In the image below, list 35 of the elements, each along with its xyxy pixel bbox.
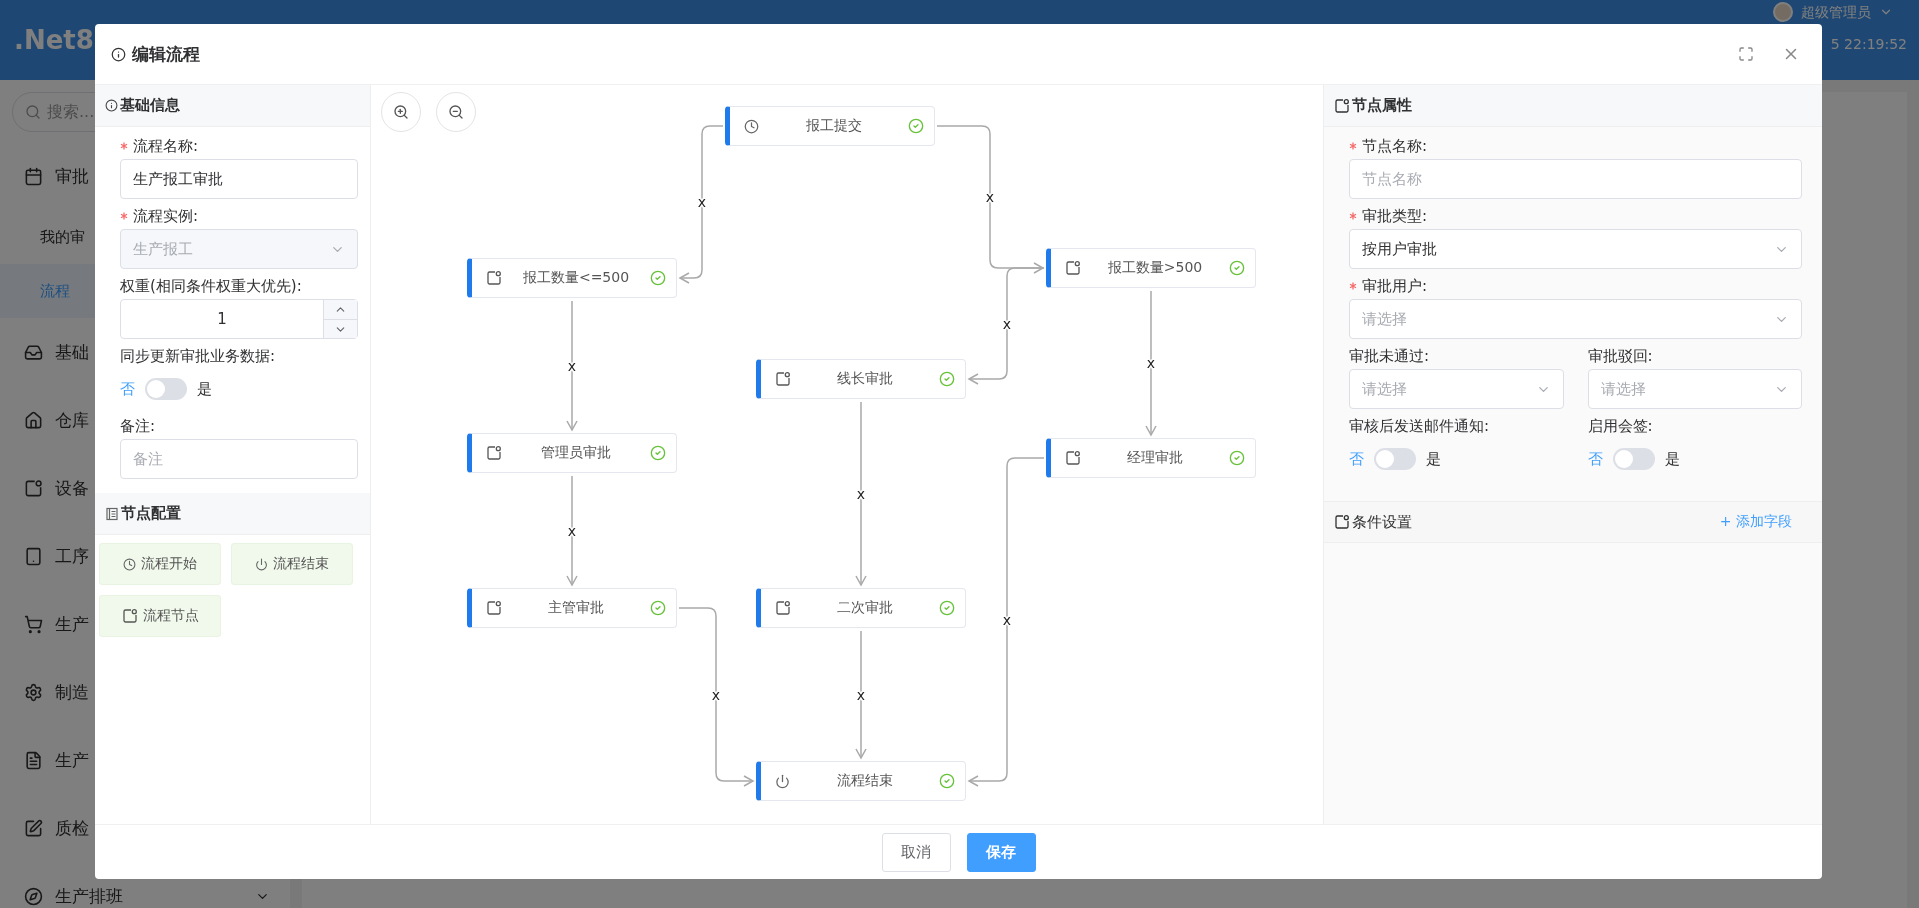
edge-label: x (711, 686, 721, 703)
switch-on-label: 是 (197, 379, 212, 399)
section-title: 基础信息 (120, 96, 181, 115)
switch-off-label: 否 (1349, 449, 1364, 469)
edge-label: x (856, 485, 866, 502)
edge-label: x (1146, 355, 1156, 371)
field-label: 审批用户: (1362, 276, 1428, 296)
switch-on-label: 是 (1426, 449, 1441, 469)
field-label: 备注: (120, 416, 156, 436)
field-label: 流程实例: (133, 206, 199, 226)
field-label: 权重(相同条件权重大优先): (120, 276, 302, 296)
field-label: 审批类型: (1362, 206, 1428, 226)
field-label: 审批驳回: (1587, 346, 1653, 366)
section-title: 条件设置 (1352, 512, 1413, 532)
section-title: 节点属性 (1352, 96, 1413, 115)
edge-label: x (567, 357, 577, 374)
clock-time: 5 22:19:52 (1830, 36, 1907, 52)
switch-on-label: 是 (1664, 449, 1680, 469)
field-label: 启用会签: (1587, 416, 1653, 436)
edge-label: x (985, 189, 995, 205)
field-label: 审批未通过: (1349, 346, 1430, 366)
switch-off-label: 否 (1587, 449, 1603, 469)
edge-label: x (697, 194, 707, 210)
field-label: 同步更新审批业务数据: (120, 346, 276, 366)
switch-off-label: 否 (120, 379, 135, 399)
edge-label: x (856, 686, 866, 703)
field-label: 流程名称: (133, 136, 199, 156)
edge-label: x (1002, 611, 1012, 628)
edge-label: x (1002, 315, 1012, 332)
dialog-title: 编辑流程 (132, 42, 201, 66)
brand-logo: .Net8 (14, 25, 94, 55)
field-label: 审核后发送邮件通知: (1349, 416, 1490, 436)
field-label: 节点名称: (1362, 136, 1428, 156)
section-title: 节点配置 (121, 504, 182, 523)
edge-label: x (567, 522, 577, 539)
